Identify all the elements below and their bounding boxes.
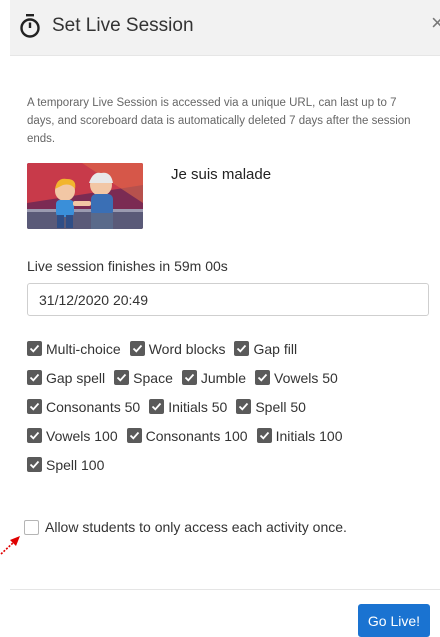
- session-countdown: Live session finishes in 59m 00s: [27, 258, 228, 274]
- activity-gap-fill[interactable]: Gap fill: [234, 341, 297, 357]
- activity-row: Spell 100: [27, 450, 432, 479]
- check-icon[interactable]: [27, 457, 42, 472]
- check-icon[interactable]: [126, 428, 142, 443]
- dialog-title: Set Live Session: [52, 15, 194, 36]
- single-access-option[interactable]: Allow students to only access each activ…: [24, 519, 347, 535]
- activity-label: Initials 100: [275, 427, 343, 444]
- activity-row: Consonants 50 Initials 50 Spell 50: [27, 392, 432, 421]
- activity-label: Consonants 50: [46, 398, 141, 415]
- activity-label: Gap fill: [253, 340, 298, 357]
- check-icon[interactable]: [114, 370, 130, 385]
- activity-word-blocks[interactable]: Word blocks: [129, 340, 226, 357]
- check-icon[interactable]: [27, 370, 42, 385]
- activity-label: Jumble: [200, 369, 246, 386]
- dialog-header: Set Live Session ×: [10, 0, 440, 56]
- activity-label: Multi-choice: [46, 340, 121, 357]
- activity-label: Initials 50: [168, 398, 228, 415]
- activity-jumble[interactable]: Jumble: [181, 369, 246, 386]
- activity-multi-choice[interactable]: Multi-choice: [27, 341, 121, 357]
- check-icon[interactable]: [181, 370, 197, 385]
- close-icon[interactable]: ×: [431, 12, 440, 34]
- footer-divider: [10, 589, 440, 590]
- activity-label: Spell 50: [255, 398, 306, 415]
- check-icon[interactable]: [149, 399, 165, 414]
- activity-spell-50[interactable]: Spell 50: [236, 399, 306, 415]
- check-icon[interactable]: [234, 341, 250, 356]
- check-icon[interactable]: [27, 341, 42, 356]
- activity-consonants-50[interactable]: Consonants 50: [27, 399, 140, 415]
- check-icon[interactable]: [236, 399, 252, 414]
- check-icon[interactable]: [256, 428, 272, 443]
- check-icon[interactable]: [27, 399, 42, 414]
- activity-label: Vowels 100: [46, 427, 118, 444]
- activity-vowels-100[interactable]: Vowels 100: [27, 428, 118, 444]
- set-thumbnail: [27, 163, 143, 229]
- activity-label: Space: [133, 369, 173, 386]
- activity-initials-100[interactable]: Initials 100: [256, 427, 343, 444]
- end-datetime-input[interactable]: [27, 283, 429, 316]
- activity-consonants-100[interactable]: Consonants 100: [126, 427, 248, 444]
- activity-initials-50[interactable]: Initials 50: [149, 399, 227, 415]
- activity-label: Vowels 50: [274, 369, 338, 386]
- activity-row: Multi-choice Word blocks Gap fill: [27, 334, 432, 363]
- single-access-checkbox[interactable]: [24, 519, 39, 535]
- session-description: A temporary Live Session is accessed via…: [27, 97, 411, 145]
- activity-checkbox-group: Multi-choice Word blocks Gap fill Gap sp…: [27, 334, 432, 479]
- activity-label: Word blocks: [148, 340, 226, 357]
- activity-label: Consonants 100: [145, 427, 248, 444]
- activity-space[interactable]: Space: [114, 370, 173, 386]
- check-icon[interactable]: [255, 370, 270, 385]
- red-arrow-icon: [0, 536, 20, 555]
- set-title: Je suis malade: [171, 166, 272, 183]
- single-access-label: Allow students to only access each activ…: [45, 519, 347, 535]
- activity-gap-spell[interactable]: Gap spell: [27, 370, 105, 386]
- activity-spell-100[interactable]: Spell 100: [27, 457, 104, 473]
- activity-label: Gap spell: [46, 369, 106, 386]
- stopwatch-icon: [20, 14, 40, 38]
- go-live-button[interactable]: Go Live!: [358, 604, 430, 637]
- activity-label: Spell 100: [46, 456, 105, 473]
- activity-row: Vowels 100 Consonants 100 Initials 100: [27, 421, 432, 450]
- check-icon[interactable]: [27, 428, 42, 443]
- activity-row: Gap spell Space Jumble Vowels 50: [27, 363, 432, 392]
- check-icon[interactable]: [129, 341, 145, 356]
- activity-vowels-50[interactable]: Vowels 50: [255, 370, 338, 386]
